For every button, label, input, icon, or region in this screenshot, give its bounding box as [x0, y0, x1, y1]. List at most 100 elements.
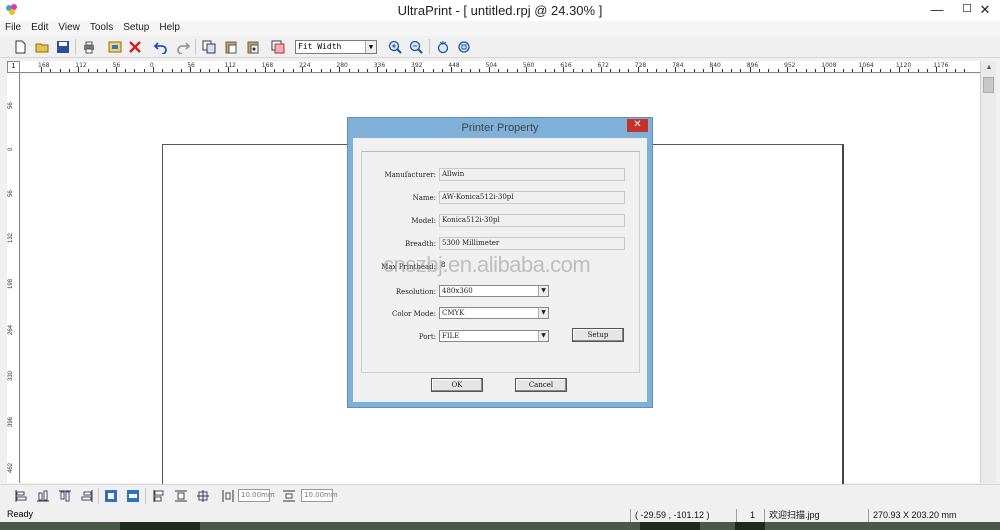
distribute-left-icon[interactable]	[151, 488, 167, 504]
align-bottom-icon[interactable]	[35, 488, 51, 504]
setup-button[interactable]: Setup	[572, 328, 624, 342]
export-icon[interactable]	[107, 39, 123, 55]
ruler-tick	[740, 69, 742, 72]
menu-tools[interactable]: Tools	[85, 21, 118, 35]
ruler-tick	[469, 69, 471, 72]
ruler-tick	[917, 69, 919, 72]
ruler-tick	[563, 67, 565, 72]
cancel-button[interactable]: Cancel	[515, 378, 567, 392]
ruler-tick	[647, 69, 649, 72]
ruler-tick	[292, 69, 294, 72]
ruler-label: 728	[634, 62, 647, 69]
minimize-button[interactable]: —	[922, 0, 952, 21]
ruler-tick	[712, 67, 714, 72]
color-mode-select[interactable]: CMYK ▼	[439, 307, 549, 319]
ruler-tick	[656, 69, 658, 72]
vertical-ruler: 56 0 56 132 198 264 330 396 462	[7, 73, 20, 483]
ruler-tick	[227, 67, 229, 72]
align-top-icon[interactable]	[57, 488, 73, 504]
copy-icon[interactable]	[201, 39, 217, 55]
ruler-label: 280	[336, 62, 348, 69]
ruler-tick	[525, 67, 527, 72]
resolution-select[interactable]: 480x360 ▼	[439, 285, 549, 297]
ruler-tick	[50, 69, 52, 72]
paste-icon[interactable]	[223, 39, 239, 55]
layer-icon[interactable]	[270, 39, 286, 55]
align-right-icon[interactable]	[79, 488, 95, 504]
vertical-scrollbar[interactable]: ▲	[980, 61, 996, 483]
ruler-tick	[553, 69, 555, 72]
ok-button[interactable]: OK	[431, 378, 483, 392]
scroll-up-icon[interactable]: ▲	[981, 61, 997, 75]
menu-file[interactable]: File	[0, 21, 26, 35]
horizontal-ruler: 168 112 56 0 56 112 168 224 280 336 392 448 504 560 61…	[20, 61, 980, 73]
ruler-tick	[600, 67, 602, 72]
menu-edit[interactable]: Edit	[26, 21, 53, 35]
vertical-spacing-icon[interactable]	[281, 488, 297, 504]
ruler-tick	[954, 69, 956, 72]
ruler-tick	[236, 69, 238, 72]
horizontal-spacing-input[interactable]: 10.00mm	[238, 489, 275, 502]
ruler-tick	[152, 67, 154, 72]
name-label: Name:	[412, 194, 436, 202]
scrollbar-thumb[interactable]	[983, 77, 994, 93]
breadth-field: 5300 Millimeter	[439, 237, 625, 250]
ruler-tick	[386, 69, 388, 72]
delete-icon[interactable]	[127, 39, 143, 55]
menu-setup[interactable]: Setup	[118, 21, 154, 35]
ruler-tick	[358, 69, 360, 72]
undo-icon[interactable]	[153, 39, 169, 55]
object-count: 1	[736, 509, 764, 522]
ruler-tick	[796, 69, 798, 72]
menu-help[interactable]: Help	[154, 21, 185, 35]
ruler-tick	[833, 69, 835, 72]
paste-special-icon[interactable]	[245, 39, 261, 55]
ruler-tick	[246, 69, 248, 72]
save-icon[interactable]	[55, 39, 71, 55]
horizontal-spacing-icon[interactable]	[220, 488, 236, 504]
ruler-tick	[768, 69, 770, 72]
ruler-label: 952	[784, 62, 796, 69]
print-icon[interactable]	[81, 39, 97, 55]
ruler-label: 672	[597, 62, 609, 69]
actual-size-icon[interactable]	[456, 39, 472, 55]
vertical-spacing-input[interactable]: 10.00mm	[301, 489, 338, 502]
redo-icon[interactable]	[175, 39, 191, 55]
ruler-label: 132	[8, 232, 14, 243]
status-bar: Ready ( -29.59 , -101.12 ) 1 欢迎扫描.jpg 27…	[0, 508, 1000, 522]
menu-view[interactable]: View	[53, 21, 85, 35]
port-select[interactable]: FILE ▼	[439, 330, 549, 342]
resolution-value: 480x360	[442, 287, 473, 295]
dialog-close-button[interactable]: ✕	[627, 119, 648, 132]
zoom-in-icon[interactable]	[387, 39, 403, 55]
open-icon[interactable]	[34, 39, 50, 55]
ruler-label: 330	[8, 370, 14, 381]
ruler-label: 0	[8, 147, 14, 151]
close-button[interactable]: ✕	[970, 0, 1000, 21]
ruler-tick	[814, 69, 816, 72]
color-mode-value: CMYK	[442, 309, 465, 317]
ruler-tick	[78, 67, 80, 72]
ruler-tick	[115, 67, 117, 72]
breadth-label: Breadth:	[405, 240, 436, 248]
center-horizontal-icon[interactable]	[125, 488, 141, 504]
ruler-tick	[637, 67, 639, 72]
color-mode-label: Color Mode:	[392, 310, 436, 318]
taskbar-strip	[0, 522, 1000, 530]
ruler-tick	[320, 69, 322, 72]
zoom-out-icon[interactable]	[408, 39, 424, 55]
fit-icon[interactable]	[435, 39, 451, 55]
ruler-label: 616	[560, 62, 572, 69]
align-left-icon[interactable]	[13, 488, 29, 504]
ruler-label: 840	[709, 62, 721, 69]
zoom-dropdown[interactable]: Fit Width ▼	[295, 40, 377, 54]
ruler-tick	[190, 67, 192, 72]
distribute-top-icon[interactable]	[173, 488, 189, 504]
center-vertical-icon[interactable]	[103, 488, 119, 504]
ruler-tick	[777, 69, 779, 72]
new-icon[interactable]	[12, 39, 28, 55]
ruler-tick	[208, 69, 210, 72]
ruler-tick	[787, 67, 788, 72]
ruler-tick	[516, 69, 518, 72]
distribute-center-icon[interactable]	[195, 488, 211, 504]
